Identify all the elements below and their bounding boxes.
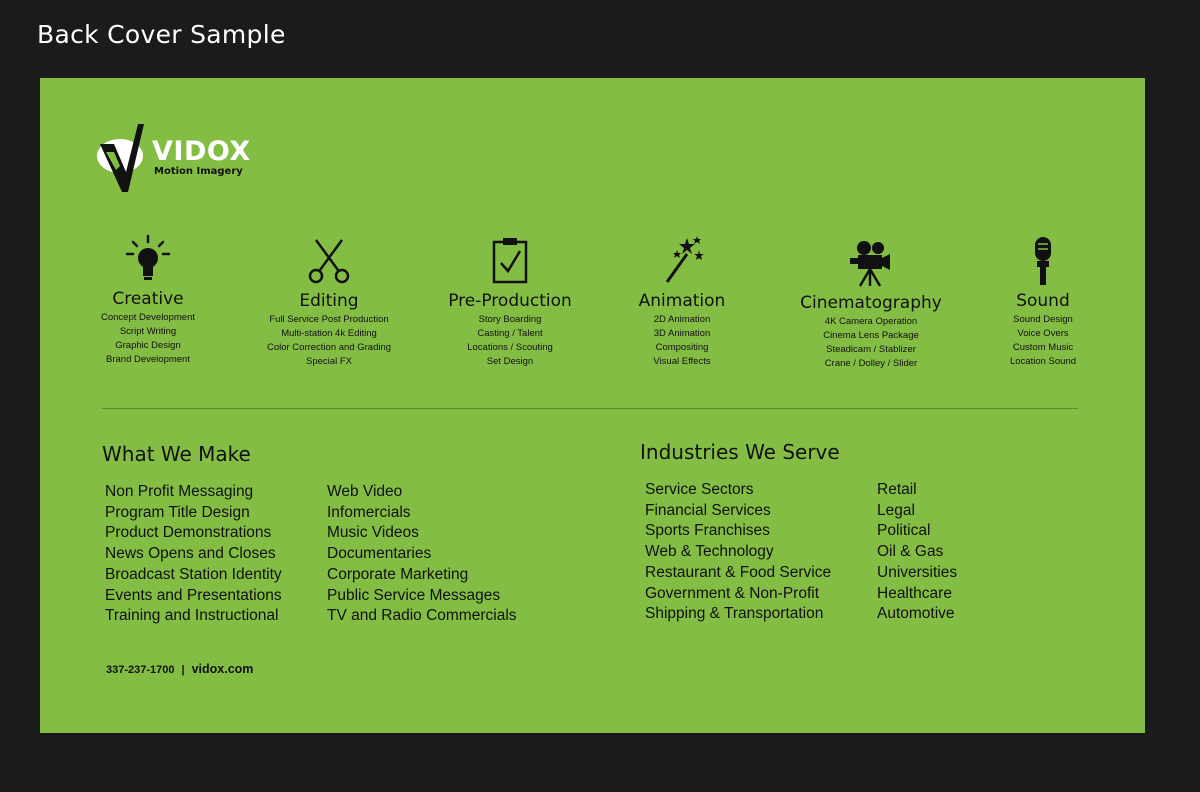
contact-line: 337-237-1700 | vidox.com — [106, 662, 253, 676]
service-item: Compositing — [655, 342, 709, 353]
microphone-icon — [1035, 237, 1051, 285]
service-item: 3D Animation — [653, 328, 711, 339]
list-item: Documentaries — [327, 545, 432, 563]
scissors-icon — [308, 239, 350, 284]
service-item: Color Correction and Grading — [266, 342, 392, 353]
service-item: Graphic Design — [115, 340, 181, 351]
lightbulb-icon — [125, 234, 171, 280]
service-editing: Editing Full Service Post Production Mul… — [229, 236, 429, 369]
service-title: Sound — [1016, 291, 1070, 311]
service-pre-production: Pre-Production Story Boarding Casting / … — [410, 236, 610, 369]
magic-wand-icon — [665, 236, 704, 283]
list-item: Service Sectors — [645, 481, 754, 498]
vidox-logo: VIDOX Motion Imagery — [96, 122, 256, 197]
list-item: Web Video — [327, 483, 403, 500]
list-item: Financial Services — [645, 501, 771, 519]
what-we-make-list-2: Web Video Infomercials Music Videos Docu… — [327, 482, 517, 627]
what-we-make-list-1: Non Profit Messaging Program Title Desig… — [105, 482, 282, 627]
list-item: Healthcare — [877, 584, 952, 602]
list-item: Non Profit Messaging — [105, 483, 254, 500]
list-item: Program Title Design — [105, 503, 250, 521]
service-item: Story Boarding — [478, 314, 542, 325]
service-item: Full Service Post Production — [269, 314, 389, 325]
service-item: Steadicam / Stablizer — [826, 344, 916, 355]
service-title: Animation — [638, 291, 726, 311]
list-item: Oil & Gas — [877, 543, 944, 561]
list-item: Automotive — [877, 605, 955, 623]
service-item: Custom Music — [1012, 342, 1074, 353]
service-item: Location Sound — [1009, 356, 1077, 367]
website-link[interactable]: vidox.com — [192, 662, 254, 676]
list-item: Universities — [877, 563, 958, 581]
service-item: 4K Camera Operation — [824, 316, 918, 327]
list-item: Events and Presentations — [105, 586, 282, 604]
service-item: Set Design — [486, 356, 534, 367]
movie-camera-icon — [850, 241, 890, 287]
service-animation: Animation 2D Animation 3D Animation Comp… — [582, 236, 782, 369]
list-item: Shipping & Transportation — [645, 605, 824, 623]
what-we-make-heading: What We Make — [102, 442, 251, 466]
list-item: Web & Technology — [645, 543, 774, 561]
page-title: Back Cover Sample — [37, 20, 286, 49]
service-item: Script Writing — [119, 326, 177, 337]
service-item: Locations / Scouting — [467, 342, 553, 353]
service-item: Cinema Lens Package — [823, 330, 919, 341]
logo-wordmark: VIDOX — [152, 136, 251, 167]
list-item: Restaurant & Food Service — [645, 563, 832, 581]
service-item: Casting / Talent — [477, 328, 543, 339]
service-item: Sound Design — [1013, 314, 1073, 325]
service-title: Cinematography — [800, 293, 942, 313]
list-item: Legal — [877, 501, 915, 519]
service-title: Creative — [112, 289, 184, 309]
list-item: Broadcast Station Identity — [105, 565, 282, 583]
service-item: Crane / Dolley / Slider — [824, 358, 918, 369]
contact-separator: | — [181, 664, 185, 676]
service-item: Multi-station 4k Editing — [281, 328, 377, 339]
clipboard-check-icon — [492, 238, 528, 284]
industries-list-2: Retail Legal Political Oil & Gas Univers… — [877, 480, 957, 625]
divider — [102, 408, 1078, 409]
list-item: Corporate Marketing — [327, 565, 469, 583]
service-creative: Creative Concept Development Script Writ… — [48, 234, 248, 367]
list-item: Sports Franchises — [645, 522, 770, 540]
list-item: News Opens and Closes — [105, 545, 276, 563]
service-item: 2D Animation — [653, 314, 711, 325]
service-title: Editing — [299, 291, 359, 311]
phone-number: 337-237-1700 — [106, 664, 175, 676]
vidox-v-mark-icon — [97, 124, 144, 192]
list-item: Political — [877, 522, 931, 540]
service-item: Concept Development — [101, 312, 195, 323]
service-item: Brand Development — [106, 354, 190, 365]
list-item: TV and Radio Commercials — [327, 607, 517, 625]
service-item: Voice Overs — [1017, 328, 1069, 339]
service-item: Special FX — [306, 356, 352, 367]
list-item: Government & Non-Profit — [645, 584, 820, 602]
list-item: Infomercials — [327, 503, 411, 521]
list-item: Public Service Messages — [327, 586, 501, 604]
list-item: Product Demonstrations — [105, 524, 272, 542]
logo-tagline: Motion Imagery — [154, 166, 243, 177]
list-item: Training and Instructional — [105, 607, 279, 625]
service-sound: Sound Sound Design Voice Overs Custom Mu… — [943, 236, 1143, 369]
service-title: Pre-Production — [448, 291, 572, 311]
list-item: Retail — [877, 481, 917, 498]
service-cinematography: Cinematography 4K Camera Operation Cinem… — [771, 238, 971, 371]
industries-heading: Industries We Serve — [640, 440, 840, 464]
back-cover: VIDOX Motion Imagery Creative Concept De… — [40, 78, 1145, 733]
industries-list-1: Service Sectors Financial Services Sport… — [645, 480, 831, 625]
service-item: Visual Effects — [653, 356, 711, 367]
list-item: Music Videos — [327, 524, 419, 542]
